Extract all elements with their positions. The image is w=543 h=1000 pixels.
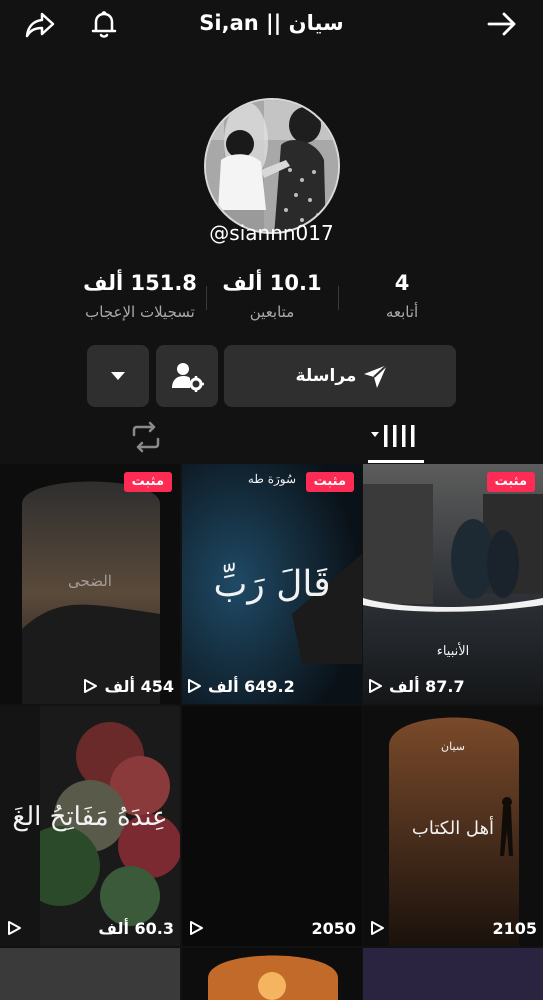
send-icon: [364, 364, 389, 388]
top-bar: Si,an || سيان: [0, 0, 543, 48]
view-count-label: 454 ألف: [104, 676, 174, 696]
more-options-button[interactable]: [87, 345, 149, 407]
play-icon: [188, 679, 201, 693]
video-tile[interactable]: سُورَة طه قَالَ رَبِّ مثبت 649.2 ألف: [182, 464, 362, 704]
video-tile[interactable]: [363, 948, 543, 1000]
divider: [338, 286, 339, 310]
page-title: Si,an || سيان: [199, 11, 344, 35]
video-tile[interactable]: [0, 948, 180, 1000]
avatar-image: [206, 100, 338, 232]
pinned-badge: مثبت: [486, 472, 535, 492]
view-count: 60.3 ألف: [98, 916, 174, 940]
play-icon: [8, 921, 21, 935]
video-tile[interactable]: 2050: [182, 706, 362, 946]
avatar[interactable]: [204, 98, 340, 234]
view-count: 2105: [492, 916, 537, 940]
stat-likes-value: 151.8 ألف: [83, 271, 197, 295]
message-button-label: مراسلة: [295, 366, 357, 386]
video-caption: عِندَهُ مَفَاتِحُ الغَ: [12, 802, 168, 832]
view-count-label: 2105: [492, 918, 537, 938]
user-gear-icon: [172, 363, 204, 392]
stat-following-value: 4: [394, 271, 410, 295]
video-thumbnail: [182, 948, 362, 1000]
stat-likes-label: تسجيلات الإعجاب: [85, 303, 195, 321]
follow-settings-button[interactable]: [156, 345, 218, 407]
grid-icon[interactable]: [368, 420, 418, 454]
stat-likes[interactable]: 151.8 ألف تسجيلات الإعجاب: [70, 268, 210, 324]
view-count: 87.7 ألف: [367, 674, 465, 698]
play-icon: [371, 921, 384, 935]
video-thumbnail: [363, 464, 543, 704]
stat-following[interactable]: 4 أتابعه: [372, 268, 432, 324]
stat-following-label: أتابعه: [385, 303, 419, 321]
view-count-label: 649.2 ألف: [208, 676, 295, 696]
video-tile[interactable]: عِندَهُ مَفَاتِحُ الغَ 60.3 ألف: [0, 706, 180, 946]
stat-followers[interactable]: 10.1 ألف متابعين: [216, 268, 328, 324]
video-tile[interactable]: الأنبياء مثبت 87.7 ألف: [363, 464, 543, 704]
video-caption: قَالَ رَبِّ: [213, 564, 331, 605]
pinned-badge: مثبت: [123, 472, 172, 492]
video-tile[interactable]: سيان أهل الكتاب 2105: [363, 706, 543, 946]
play-icon: [369, 679, 382, 693]
view-count-label: 87.7 ألف: [389, 676, 465, 696]
view-count-label: 2050: [311, 918, 356, 938]
video-grid: الأنبياء مثبت 87.7 ألف سُورَة طه قَالَ ر…: [0, 464, 543, 1000]
view-count: 2050: [311, 916, 356, 940]
repost-icon[interactable]: [126, 420, 166, 454]
view-count: 454 ألف: [82, 674, 174, 698]
view-count: 649.2 ألف: [186, 674, 295, 698]
video-caption: الضحى: [68, 572, 112, 590]
username: @siannn017: [209, 221, 334, 245]
play-icon: [190, 921, 203, 935]
video-tile[interactable]: الضحى مثبت 454 ألف: [0, 464, 180, 704]
video-subtitle: سيان: [441, 740, 465, 753]
play-icon: [84, 679, 98, 693]
active-tab-indicator: [368, 460, 424, 463]
stat-followers-value: 10.1 ألف: [222, 271, 322, 295]
pinned-badge: مثبت: [305, 472, 354, 492]
arrow-right-icon[interactable]: [484, 6, 520, 42]
stat-followers-label: متابعين: [249, 303, 295, 321]
video-caption: أهل الكتاب: [411, 818, 495, 839]
view-count-label: 60.3 ألف: [98, 918, 174, 938]
video-caption: الأنبياء: [436, 644, 470, 659]
caret-down-icon: [111, 372, 125, 380]
message-button[interactable]: مراسلة: [224, 345, 456, 407]
profile-tabs: [0, 418, 543, 464]
video-tile[interactable]: [182, 948, 362, 1000]
